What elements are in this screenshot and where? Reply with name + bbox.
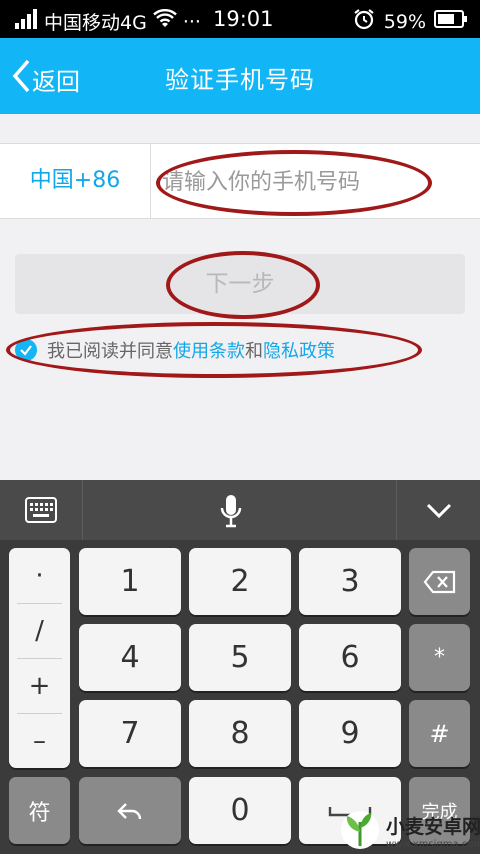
- key-star[interactable]: *: [409, 624, 470, 691]
- key-symbols[interactable]: 符: [9, 777, 70, 844]
- keyboard-toolbar: [0, 480, 480, 540]
- key-6[interactable]: 6: [299, 624, 401, 691]
- key-3[interactable]: 3: [299, 548, 401, 615]
- watermark: 小麦安卓网 www.xmsigma.com: [338, 808, 480, 854]
- key-5[interactable]: 5: [189, 624, 291, 691]
- country-code-selector[interactable]: 中国+86: [0, 144, 151, 218]
- symbol-column[interactable]: · / + –: [9, 548, 70, 768]
- clock: 19:01: [213, 7, 274, 31]
- key-hash[interactable]: #: [409, 700, 470, 767]
- key-dot[interactable]: ·: [9, 548, 70, 603]
- next-button[interactable]: 下一步: [15, 254, 465, 314]
- key-slash[interactable]: /: [9, 603, 70, 658]
- agree-prefix: 我已阅读并同意: [47, 341, 173, 362]
- phone-input[interactable]: [160, 158, 464, 206]
- agree-and: 和: [245, 341, 263, 362]
- backspace-key[interactable]: [409, 548, 470, 615]
- check-icon: [20, 345, 32, 356]
- signal-icon: [14, 9, 38, 34]
- terms-link[interactable]: 使用条款: [173, 337, 245, 363]
- status-bar: 中国移动4G ··· 19:01 59%: [0, 0, 480, 38]
- chevron-down-icon[interactable]: [425, 498, 453, 528]
- wifi-icon: [152, 8, 177, 34]
- more-dots: ···: [182, 10, 201, 33]
- key-0[interactable]: 0: [189, 777, 291, 844]
- agreement-row: 我已阅读并同意 使用条款 和 隐私政策: [15, 337, 335, 363]
- alarm-icon: [352, 7, 376, 36]
- carrier-label: 中国移动4G: [44, 12, 147, 34]
- keyboard-icon[interactable]: [25, 497, 57, 527]
- key-7[interactable]: 7: [79, 700, 181, 767]
- key-minus[interactable]: –: [9, 713, 70, 768]
- microphone-icon[interactable]: [219, 494, 243, 532]
- watermark-url: www.xmsigma.com: [386, 839, 480, 850]
- phone-row: 中国+86: [0, 143, 480, 219]
- page-title: 验证手机号码: [165, 66, 315, 94]
- key-9[interactable]: 9: [299, 700, 401, 767]
- numeric-keyboard: · / + – 1 2 3 4 5 6 * 7 8 9 # 符 0 完成: [0, 540, 480, 854]
- undo-icon: [117, 802, 142, 819]
- nav-header: 返回 验证手机号码: [0, 38, 480, 114]
- key-1[interactable]: 1: [79, 548, 181, 615]
- agree-checkbox[interactable]: [15, 339, 37, 361]
- undo-key[interactable]: [79, 777, 181, 844]
- key-8[interactable]: 8: [189, 700, 291, 767]
- backspace-icon: [423, 570, 455, 593]
- key-plus[interactable]: +: [9, 658, 70, 713]
- privacy-link[interactable]: 隐私政策: [263, 337, 335, 363]
- key-4[interactable]: 4: [79, 624, 181, 691]
- battery-icon: [434, 9, 468, 34]
- plant-icon: [338, 808, 382, 854]
- watermark-name: 小麦安卓网: [386, 816, 480, 838]
- key-2[interactable]: 2: [189, 548, 291, 615]
- battery-label: 59%: [383, 10, 426, 33]
